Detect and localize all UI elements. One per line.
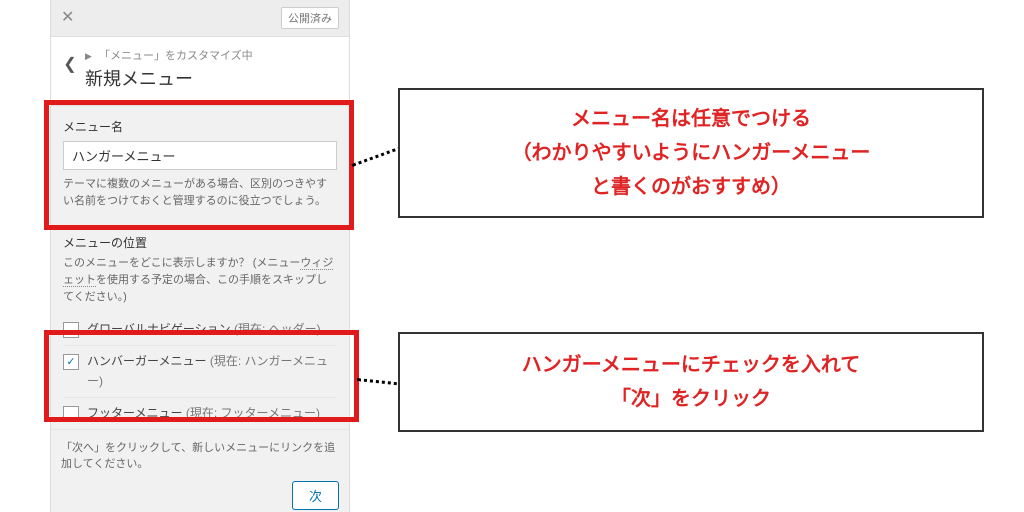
menu-location-heading: メニューの位置 [51, 224, 349, 255]
location-option-hamburger[interactable]: ハンバーガーメニュー (現在: ハンガーメニュー) [63, 345, 337, 396]
panel-topbar: ✕ 公開済み [51, 0, 349, 37]
location-current: (現在: ヘッダー) [231, 322, 321, 336]
back-chevron-icon[interactable]: ❮ [59, 53, 81, 75]
callout-check-next: ハンガーメニューにチェックを入れて 「次」をクリック [398, 332, 984, 432]
callout-line: （わかりやすいようにハンガーメニュー [512, 136, 871, 170]
location-label: フッターメニュー [87, 406, 183, 420]
menu-name-help: テーマに複数のメニューがある場合、区別のつきやすい名前をつけておくと管理するのに… [63, 176, 337, 210]
location-label: ハンバーガーメニュー [87, 354, 207, 368]
panel-header-texts: ▶ 「メニュー」をカスタマイズ中 新規メニュー [85, 47, 337, 91]
loc-help-post: を使用する予定の場合、この手順をスキップしてください。) [63, 274, 327, 303]
menu-name-input[interactable] [63, 141, 337, 170]
callout-line: メニュー名は任意でつける [512, 102, 871, 136]
checkbox-checked-icon[interactable] [63, 354, 79, 370]
loc-help-pre: このメニューをどこに表示しますか？ (メニュー [63, 257, 300, 269]
breadcrumb-text: 「メニュー」をカスタマイズ中 [99, 50, 253, 62]
page-title: 新規メニュー [85, 65, 337, 91]
customizer-panel: ✕ 公開済み ❮ ▶ 「メニュー」をカスタマイズ中 新規メニュー メニュー名 テ… [50, 0, 350, 512]
menu-name-section: メニュー名 テーマに複数のメニューがある場合、区別のつきやすい名前をつけておくと… [51, 106, 349, 224]
callout-line: ハンガーメニューにチェックを入れて [522, 348, 861, 382]
breadcrumb: ▶ 「メニュー」をカスタマイズ中 [85, 47, 337, 63]
annotated-screenshot: ✕ 公開済み ❮ ▶ 「メニュー」をカスタマイズ中 新規メニュー メニュー名 テ… [0, 0, 1024, 512]
location-option-footer[interactable]: フッターメニュー (現在: フッターメニュー) [63, 397, 337, 429]
callout-menu-name: メニュー名は任意でつける （わかりやすいようにハンガーメニュー と書くのがおすす… [398, 88, 984, 218]
menu-location-list: グローバルナビゲーション (現在: ヘッダー) ハンバーガーメニュー (現在: … [51, 314, 349, 429]
callout-line: 「次」をクリック [522, 382, 861, 416]
next-button[interactable]: 次 [292, 481, 339, 510]
location-label: グローバルナビゲーション [87, 322, 231, 336]
next-area: 「次へ」をクリックして、新しいメニューにリンクを追加してください。 次 [51, 429, 349, 512]
checkbox-icon[interactable] [63, 406, 79, 422]
menu-location-help: このメニューをどこに表示しますか？ (メニューウィジェットを使用する予定の場合、… [51, 255, 349, 314]
publish-status-pill[interactable]: 公開済み [281, 7, 339, 29]
menu-name-label: メニュー名 [63, 118, 337, 135]
panel-header: ❮ ▶ 「メニュー」をカスタマイズ中 新規メニュー [51, 37, 349, 106]
location-option-global-nav[interactable]: グローバルナビゲーション (現在: ヘッダー) [63, 314, 337, 345]
next-help-text: 「次へ」をクリックして、新しいメニューにリンクを追加してください。 [61, 440, 339, 473]
callout-line: と書くのがおすすめ） [512, 170, 871, 204]
close-icon[interactable]: ✕ [61, 10, 74, 26]
checkbox-icon[interactable] [63, 322, 79, 338]
breadcrumb-triangle-icon: ▶ [85, 51, 92, 61]
location-current: (現在: フッターメニュー) [183, 406, 321, 420]
